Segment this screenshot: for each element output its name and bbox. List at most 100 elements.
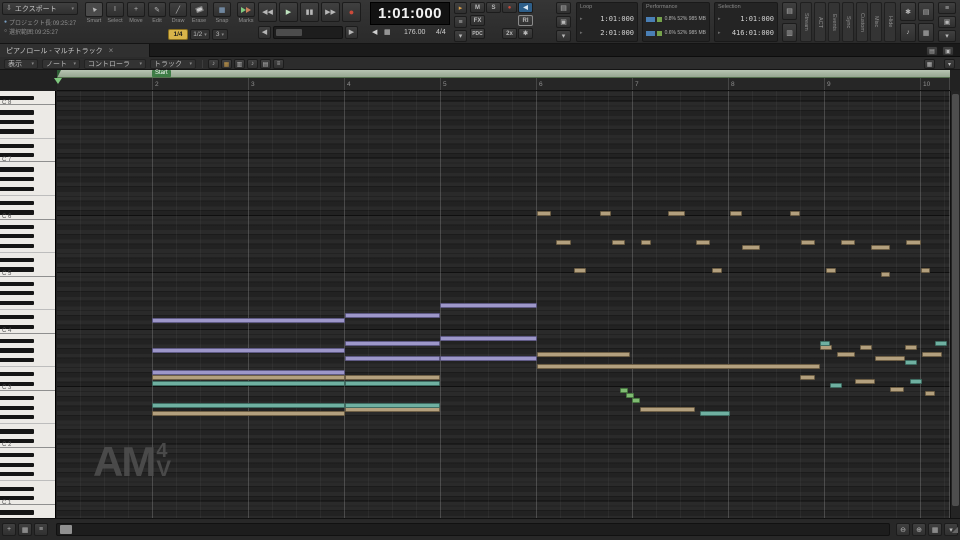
midi-note[interactable] (345, 375, 440, 380)
toolbar-vtab[interactable]: Sync (842, 2, 854, 42)
midi-note[interactable] (820, 341, 830, 346)
midi-note[interactable] (152, 403, 345, 408)
mute-button[interactable]: M (470, 2, 485, 13)
draw-line-icon[interactable]: ╱ (169, 2, 187, 17)
time-position-display[interactable]: 1:01:000 (370, 2, 450, 25)
start-marker-flag[interactable]: Start (152, 70, 171, 77)
toolbar-vtab[interactable]: Custom (856, 2, 868, 42)
panel-grid-icon[interactable]: ▥ (782, 23, 797, 42)
marker-flags-icon[interactable] (237, 2, 255, 17)
grid-icon[interactable]: ▦ (918, 23, 934, 42)
resize-grip[interactable]: ◢ (952, 525, 958, 534)
midi-note[interactable] (537, 352, 630, 357)
toolbar-vtab[interactable]: Misc (870, 2, 882, 42)
window-layout-icon[interactable]: ▤ (556, 2, 571, 14)
midi-note[interactable] (152, 375, 345, 380)
midi-note[interactable] (910, 379, 922, 384)
dock-icon[interactable]: ▣ (942, 46, 954, 56)
edit-cursor-marker[interactable] (54, 78, 62, 84)
tempo-value[interactable]: 176.00 (404, 29, 425, 36)
chevron-down-icon[interactable]: ▾ (944, 59, 955, 69)
midi-note[interactable] (925, 391, 935, 396)
dock-icon[interactable]: ▣ (556, 16, 571, 28)
tool-smart[interactable]: ▲ Smart (84, 2, 104, 24)
cursor-icon[interactable]: ▲ (85, 2, 103, 17)
midi-note[interactable] (641, 240, 651, 245)
midi-note[interactable] (922, 352, 942, 357)
add-icon[interactable]: + (2, 523, 16, 536)
tool-draw[interactable]: ╱ Draw (168, 2, 188, 24)
loop-start-value[interactable]: 1:01:000 (600, 15, 634, 23)
chevron-down-icon[interactable]: ▾ (454, 30, 467, 42)
panel-list-icon[interactable]: ▤ (782, 2, 797, 20)
layout-icon[interactable]: ▤ (260, 59, 271, 69)
menu-lines-icon[interactable]: ≡ (273, 59, 284, 69)
vertical-scrollbar-thumb[interactable] (952, 94, 959, 506)
ibeam-icon[interactable]: I (106, 2, 124, 17)
move-icon[interactable]: + (127, 2, 145, 17)
midi-note[interactable] (574, 268, 586, 273)
tab-piano-roll[interactable]: ピアノロール - マルチトラック × (0, 44, 150, 57)
midi-note[interactable] (612, 240, 625, 245)
midi-note[interactable] (906, 240, 921, 245)
grid-icon[interactable]: ▦ (924, 59, 935, 69)
midi-note[interactable] (790, 211, 800, 216)
selection-end-row[interactable]: ▸ 416:01:000 (718, 27, 774, 39)
midi-note[interactable] (440, 336, 537, 341)
menu-track[interactable]: トラック▾ (150, 59, 196, 69)
record-button[interactable]: ● (342, 2, 361, 22)
go-to-start-button[interactable]: ◀ (258, 26, 271, 39)
eraser-icon[interactable] (190, 2, 208, 17)
export-button[interactable]: ⇩ エクスポート ▾ (2, 2, 78, 15)
midi-note[interactable] (668, 211, 685, 216)
velocity-icon[interactable]: ▥ (234, 59, 245, 69)
midi-note[interactable] (640, 407, 695, 412)
toolbar-vtab[interactable]: Events (828, 2, 840, 42)
midi-note[interactable] (345, 341, 440, 346)
snap-grid-icon[interactable]: ▦ (213, 2, 231, 17)
selection-start-value[interactable]: 1:01:000 (740, 15, 774, 23)
menu-controller[interactable]: コントローラ▾ (84, 59, 146, 69)
midi-note[interactable] (742, 245, 760, 250)
midi-note[interactable] (696, 240, 710, 245)
midi-note[interactable] (905, 345, 917, 350)
chevron-down-icon[interactable]: ▾ (938, 30, 956, 42)
horizontal-scrollbar[interactable] (56, 523, 890, 536)
menu-lines-icon[interactable]: ≡ (454, 16, 467, 28)
midi-note[interactable] (537, 211, 551, 216)
midi-note[interactable] (881, 272, 890, 277)
midi-note[interactable] (800, 375, 815, 380)
layout-icon[interactable]: ▤ (918, 2, 934, 21)
pencil-icon[interactable]: ✎ (148, 2, 166, 17)
play-rate-button[interactable]: ▸ (454, 2, 467, 14)
speaker-icon[interactable]: ◀ (372, 29, 377, 36)
midi-note[interactable] (841, 240, 855, 245)
selection-end-value[interactable]: 416:01:000 (732, 29, 774, 37)
midi-note[interactable] (905, 360, 917, 365)
midi-note[interactable] (152, 381, 345, 386)
toolbar-vtab[interactable]: Hide (884, 2, 896, 42)
region-start-marker[interactable] (57, 70, 61, 78)
midi-note[interactable] (871, 245, 890, 250)
scrub-slider[interactable] (273, 26, 343, 39)
star-icon[interactable]: ✱ (518, 28, 533, 39)
menu-note[interactable]: ノート▾ (42, 59, 80, 69)
pause-button[interactable]: ▮▮ (300, 2, 319, 22)
tool-snap[interactable]: ▦ Snap (212, 2, 232, 24)
marker-lane[interactable]: Start (57, 70, 950, 78)
midi-note[interactable] (935, 341, 947, 346)
midi-note[interactable] (345, 356, 440, 361)
toolbar-vtab[interactable]: Stream (800, 2, 812, 42)
midi-note[interactable] (556, 240, 571, 245)
midi-note[interactable] (855, 379, 875, 384)
rewind-button[interactable]: ◀◀ (258, 2, 277, 22)
midi-note[interactable] (700, 411, 730, 416)
midi-note[interactable] (875, 356, 905, 361)
loop-start-row[interactable]: ▸ 1:01:000 (580, 13, 634, 25)
tool-marks[interactable]: Marks (236, 2, 256, 24)
double-speed-button[interactable]: 2x (502, 28, 517, 39)
midi-note[interactable] (152, 348, 345, 353)
loop-end-value[interactable]: 2:01:000 (600, 29, 634, 37)
pdc-button[interactable]: PDC (470, 28, 485, 39)
zoom-out-icon[interactable]: ⊖ (896, 523, 910, 536)
